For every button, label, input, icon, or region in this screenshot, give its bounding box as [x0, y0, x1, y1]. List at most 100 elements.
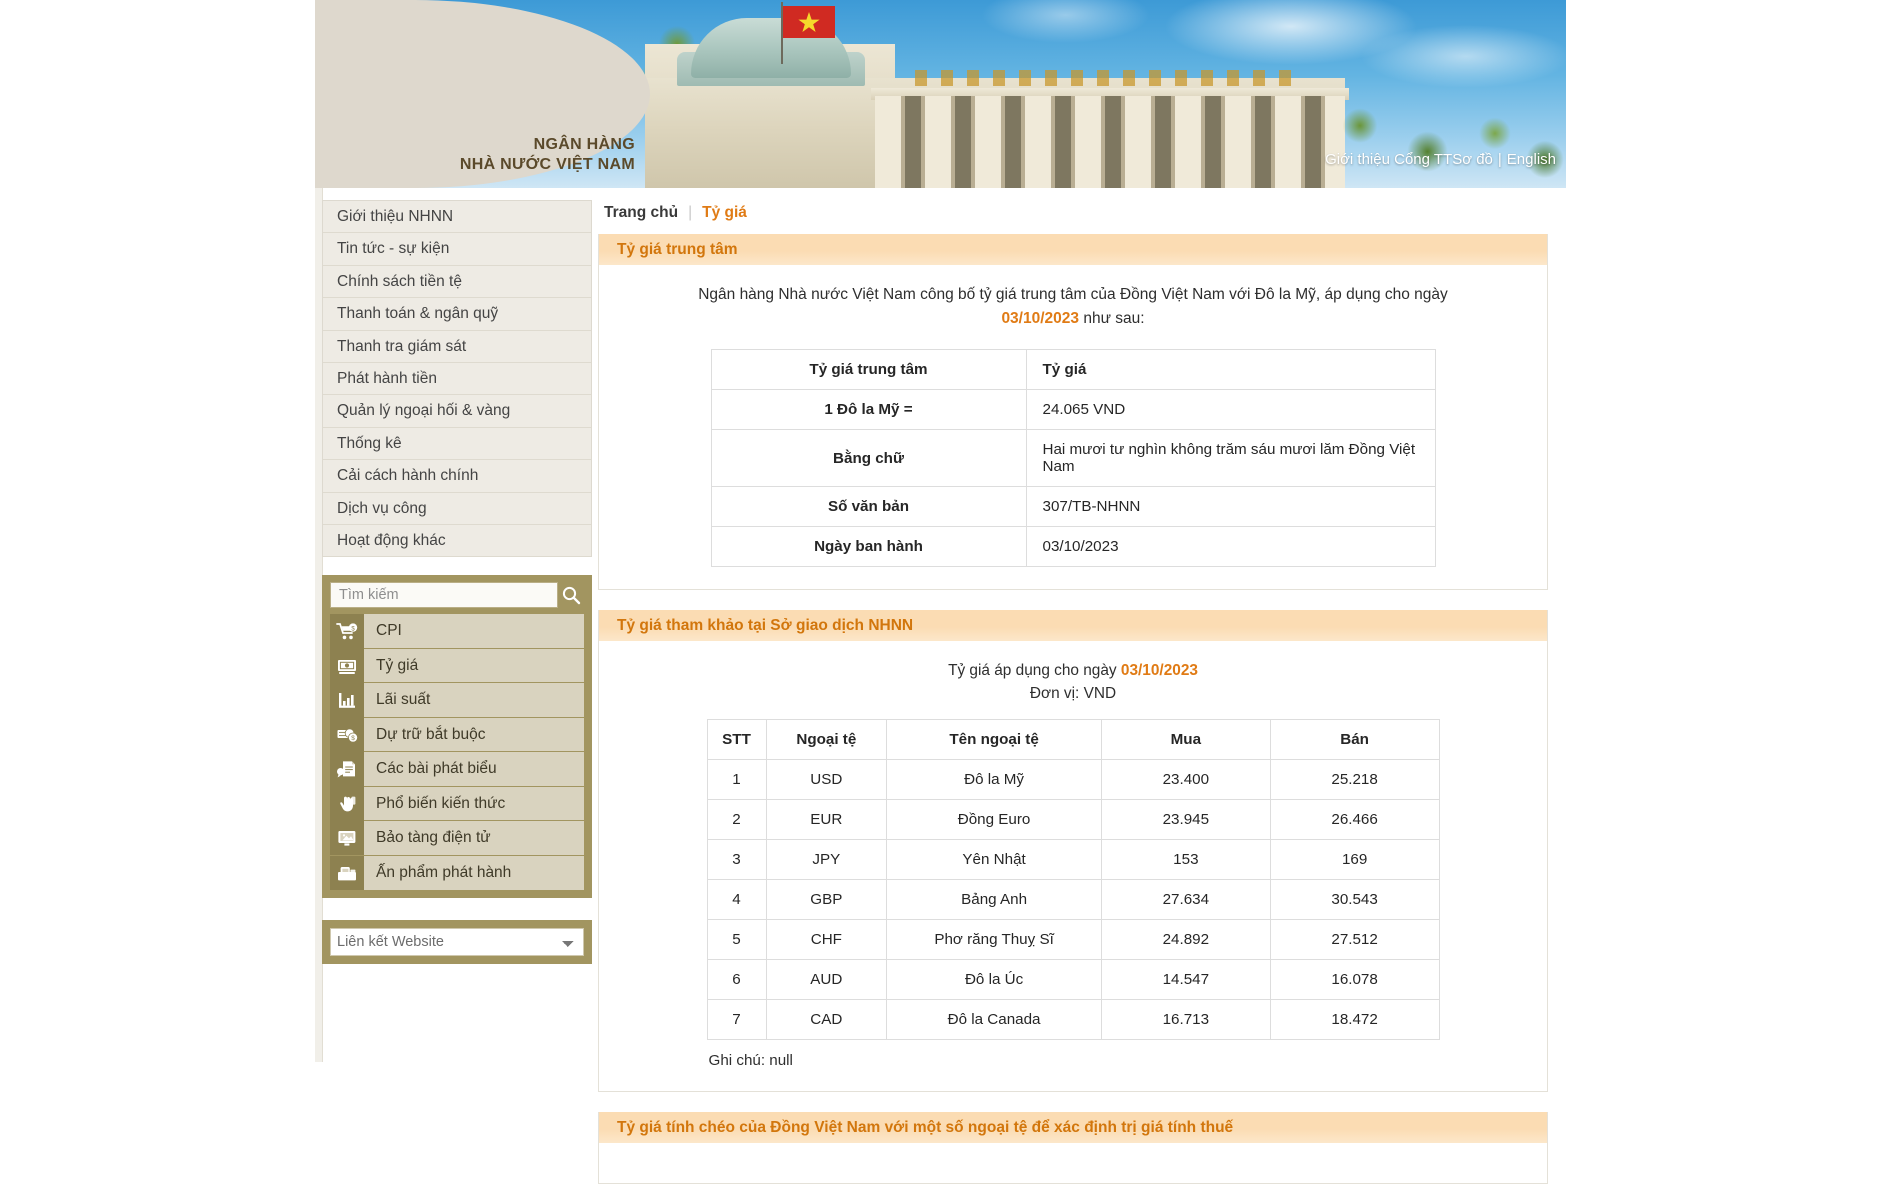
table-row: 3 JPY Yên Nhật 153 169	[706, 839, 1440, 881]
quick-link-label: Phổ biến kiến thức	[376, 794, 506, 812]
link-english[interactable]: English	[1507, 151, 1556, 168]
cell-name: Yên Nhật	[886, 839, 1102, 881]
table-row: Bằng chữ Hai mươi tư nghìn không trăm sá…	[710, 429, 1436, 488]
quick-link-label: Lãi suất	[376, 691, 431, 709]
sidebar-item-hoat-dong-khac[interactable]: Hoạt động khác	[323, 524, 591, 558]
search-button[interactable]	[558, 582, 584, 609]
cell-code: JPY	[765, 839, 888, 881]
cell-name: Đô la Canada	[886, 999, 1102, 1041]
quick-link-bao-tang-dien-tu[interactable]: Bảo tàng điện tử	[330, 820, 584, 856]
table-row: Số văn bản 307/TB-NHNN	[710, 486, 1436, 528]
sidebar-item-thong-ke[interactable]: Thống kê	[323, 427, 591, 461]
cell-stt: 6	[706, 959, 767, 1001]
quick-link-cpi[interactable]: $ CPI	[330, 613, 584, 649]
section-cross-rate-body	[599, 1143, 1547, 1183]
cell-sell: 30.543	[1269, 879, 1440, 921]
row-value: Hai mươi tư nghìn không trăm sáu mươi lă…	[1025, 429, 1436, 488]
row-label: Bằng chữ	[710, 429, 1027, 488]
section-cross-rate-title: Tỷ giá tính chéo của Đồng Việt Nam với m…	[599, 1112, 1547, 1144]
section-central-rate: Tỷ giá trung tâm Ngân hàng Nhà nước Việt…	[598, 234, 1548, 591]
cell-code: USD	[765, 759, 888, 801]
cell-buy: 153	[1100, 839, 1271, 881]
central-rate-table: Tỷ giá trung tâm Tỷ giá 1 Đô la Mỹ = 24.…	[710, 349, 1436, 568]
quick-link-du-tru-bat-buoc[interactable]: $ Dự trữ bắt buộc	[330, 717, 584, 753]
sidebar-gold-panel: $ CPI Tỷ giá	[322, 575, 592, 899]
quick-link-an-pham-phat-hanh[interactable]: Ấn phẩm phát hành	[330, 855, 584, 891]
quick-link-cac-bai-phat-bieu[interactable]: Các bài phát biểu	[330, 751, 584, 787]
column-header-currency-name: Tên ngoại tệ	[886, 719, 1102, 761]
website-links-select[interactable]: Liên kết Website	[330, 928, 584, 957]
table-row: 4 GBP Bảng Anh 27.634 30.543	[706, 879, 1440, 921]
cell-stt: 4	[706, 879, 767, 921]
cell-sell: 169	[1269, 839, 1440, 881]
cell-stt: 5	[706, 919, 767, 961]
quick-link-label: Ấn phẩm phát hành	[376, 864, 512, 882]
quick-link-lai-suat[interactable]: Lãi suất	[330, 682, 584, 718]
cell-sell: 26.466	[1269, 799, 1440, 841]
breadcrumb-home[interactable]: Trang chủ	[604, 204, 678, 221]
table-row: 5 CHF Phơ răng Thuỵ Sĩ 24.892 27.512	[706, 919, 1440, 961]
quick-links-list: $ CPI Tỷ giá Lãi suất $ Dự trữ bắt buộc …	[330, 613, 584, 891]
search-input[interactable]	[330, 582, 558, 609]
cell-stt: 2	[706, 799, 767, 841]
breadcrumb-separator: |	[688, 204, 693, 221]
website-links-panel: Liên kết Website	[322, 920, 592, 965]
vietnam-flag-icon	[783, 6, 835, 38]
site-logo: NGÂN HÀNG NHÀ NƯỚC VIỆT NAM	[315, 135, 635, 176]
logo-line-1: NGÂN HÀNG	[533, 136, 635, 153]
quick-link-pho-bien-kien-thuc[interactable]: Phổ biến kiến thức	[330, 786, 584, 822]
table-row: Ngày ban hành 03/10/2023	[710, 526, 1436, 568]
reference-rate-unit: Đơn vị: VND	[1029, 685, 1117, 703]
cell-name: Phơ răng Thuỵ Sĩ	[886, 919, 1102, 961]
sidebar-item-quan-ly-ngoai-hoi-vang[interactable]: Quản lý ngoại hối & vàng	[323, 395, 591, 428]
column-header-stt: STT	[706, 719, 767, 761]
cell-buy: 14.547	[1100, 959, 1271, 1001]
sidebar-item-chinh-sach-tien-te[interactable]: Chính sách tiền tệ	[323, 265, 591, 299]
row-label: 1 Đô la Mỹ =	[710, 389, 1027, 431]
cell-code: EUR	[765, 799, 888, 841]
section-reference-rate-body: Tỷ giá áp dụng cho ngày 03/10/2023 Đơn v…	[599, 641, 1547, 1091]
cell-code: AUD	[765, 959, 888, 1001]
reference-rate-date: 03/10/2023	[1120, 662, 1198, 680]
header-building-rooftop-sign	[915, 70, 1295, 86]
sidebar-item-phat-hanh-tien[interactable]: Phát hành tiền	[323, 362, 591, 396]
cell-name: Đô la Mỹ	[886, 759, 1102, 801]
table-header-row: Tỷ giá trung tâm Tỷ giá	[710, 349, 1436, 391]
reference-rate-applied-label: Tỷ giá áp dụng cho ngày	[948, 662, 1121, 680]
central-rate-header-key: Tỷ giá trung tâm	[710, 349, 1027, 391]
sidebar-item-thanh-tra-giam-sat[interactable]: Thanh tra giám sát	[323, 330, 591, 363]
hand-book-icon	[330, 786, 364, 821]
table-row: 6 AUD Đô la Úc 14.547 16.078	[706, 959, 1440, 1001]
cell-stt: 3	[706, 839, 767, 881]
central-rate-header-value: Tỷ giá	[1025, 349, 1436, 391]
header-top-links: Giới thiệu Cổng TTSơ đồ | English	[1325, 151, 1556, 168]
page-body: Giới thiệu NHNN Tin tức - sự kiện Chính …	[0, 188, 1881, 1185]
central-rate-date: 03/10/2023	[1001, 310, 1080, 328]
row-value: 03/10/2023	[1025, 526, 1436, 568]
cell-stt: 1	[706, 759, 767, 801]
cell-name: Đô la Úc	[886, 959, 1102, 1001]
row-value: 24.065 VND	[1025, 389, 1436, 431]
quick-link-ty-gia[interactable]: Tỷ giá	[330, 648, 584, 684]
main-content: Trang chủ | Tỷ giá Tỷ giá trung tâm Ngân h…	[598, 188, 1548, 1204]
sidebar-item-tin-tuc-su-kien[interactable]: Tin tức - sự kiện	[323, 233, 591, 266]
row-label: Ngày ban hành	[710, 526, 1027, 568]
main-navigation-menu: Giới thiệu NHNN Tin tức - sự kiện Chính …	[322, 200, 592, 558]
cell-buy: 16.713	[1100, 999, 1271, 1041]
link-portal-intro[interactable]: Giới thiệu Cổng TTSơ đồ	[1325, 151, 1493, 168]
central-rate-intro-before: Ngân hàng Nhà nước Việt Nam công bố tỷ g…	[698, 286, 1448, 303]
cell-sell: 16.078	[1269, 959, 1440, 1001]
sidebar-item-cai-cach-hanh-chinh[interactable]: Cải cách hành chính	[323, 460, 591, 493]
sidebar-item-dich-vu-cong[interactable]: Dịch vụ công	[323, 492, 591, 525]
search-row	[330, 582, 584, 609]
sidebar-item-thanh-toan-ngan-quy[interactable]: Thanh toán & ngân quỹ	[323, 298, 591, 331]
monitor-museum-icon	[330, 820, 364, 856]
bar-chart-icon	[330, 682, 364, 718]
top-links-separator: |	[1497, 151, 1502, 168]
section-reference-rate: Tỷ giá tham khảo tại Sở giao dịch NHNN T…	[598, 610, 1548, 1093]
table-row: 1 USD Đô la Mỹ 23.400 25.218	[706, 759, 1440, 801]
cell-name: Bảng Anh	[886, 879, 1102, 921]
cell-code: CAD	[765, 999, 888, 1041]
sidebar-item-gioi-thieu-nhnn[interactable]: Giới thiệu NHNN	[323, 201, 591, 234]
cell-buy: 23.400	[1100, 759, 1271, 801]
